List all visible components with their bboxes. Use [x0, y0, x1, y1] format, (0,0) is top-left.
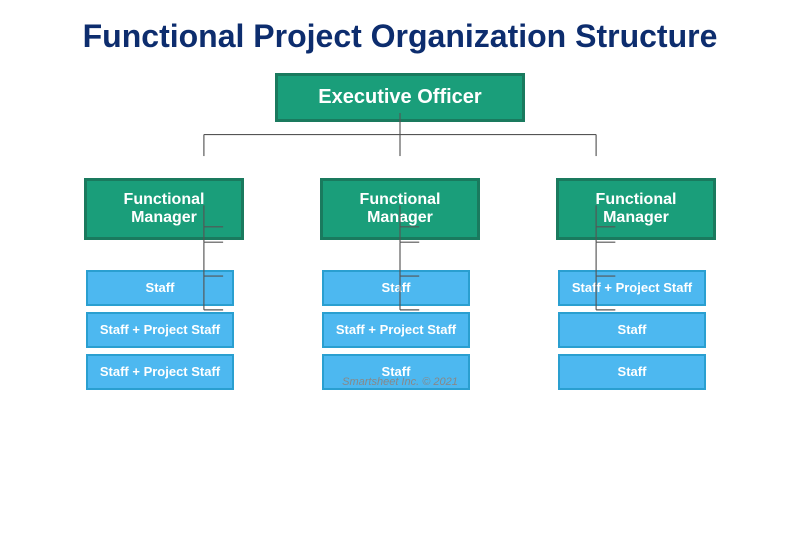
- staff-item-2-1: Staff + Project Staff: [322, 312, 470, 348]
- column-2: Functional Manager Staff Staff + Project…: [292, 178, 508, 396]
- staff-item-3-0: Staff + Project Staff: [558, 270, 706, 306]
- staff-item-3-2: Staff: [558, 354, 706, 390]
- sub-items-3: Staff + Project Staff Staff Staff: [538, 240, 734, 396]
- footer-text: Smartsheet Inc. © 2021: [342, 376, 458, 388]
- executive-officer-box: Executive Officer: [275, 73, 524, 122]
- sub-items-1: Staff Staff + Project Staff Staff + Proj…: [66, 240, 262, 396]
- page-title: Functional Project Organization Structur…: [83, 18, 718, 55]
- staff-item-1-1: Staff + Project Staff: [86, 312, 234, 348]
- staff-item-2-0: Staff: [322, 270, 470, 306]
- column-3: Functional Manager Staff + Project Staff…: [528, 178, 744, 396]
- staff-item-1-2: Staff + Project Staff: [86, 354, 234, 390]
- manager-box-1: Functional Manager: [84, 178, 244, 240]
- manager-box-3: Functional Manager: [556, 178, 716, 240]
- column-1: Functional Manager Staff Staff + Project…: [56, 178, 272, 396]
- staff-item-3-1: Staff: [558, 312, 706, 348]
- sub-items-2: Staff Staff + Project Staff Staff: [302, 240, 498, 396]
- manager-box-2: Functional Manager: [320, 178, 480, 240]
- staff-item-1-0: Staff: [86, 270, 234, 306]
